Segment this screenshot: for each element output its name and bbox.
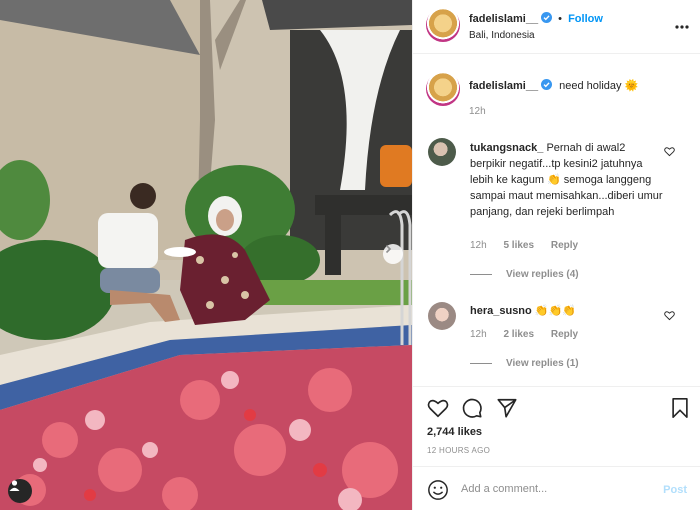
view-replies-label: View replies (4) — [506, 269, 579, 280]
comment-input[interactable] — [461, 478, 651, 500]
author-avatar[interactable] — [426, 8, 460, 42]
comment-like-heart-icon[interactable] — [664, 310, 675, 321]
user-tag-icon — [9, 480, 20, 491]
post-photo[interactable] — [0, 0, 412, 510]
comment-body: hera_susno 👏👏👏 — [470, 303, 664, 319]
comment-username[interactable]: tukangsnack_ — [470, 142, 543, 154]
comment-composer: Post — [413, 466, 700, 510]
comment-time: 12h — [470, 329, 487, 340]
smiley-icon[interactable] — [427, 479, 449, 501]
comment-likes[interactable]: 5 likes — [503, 240, 534, 251]
post-side-panel: fadelislami__ • Follow Bali, Indonesia f… — [412, 0, 700, 510]
view-replies-line — [470, 363, 492, 364]
next-photo-button[interactable] — [383, 244, 403, 264]
caption-text-line: fadelislami__ need holiday 🌞 — [469, 79, 638, 92]
author-username[interactable]: fadelislami__ — [469, 13, 538, 25]
pool-scene-image — [0, 0, 412, 510]
comment-avatar[interactable] — [428, 138, 456, 166]
comment-avatar[interactable] — [428, 302, 456, 330]
more-horizontal-icon[interactable] — [675, 20, 689, 34]
verified-badge-icon — [541, 79, 553, 90]
comment-like-heart-icon[interactable] — [664, 146, 675, 157]
paper-plane-icon[interactable] — [496, 397, 518, 419]
post-comment-button[interactable]: Post — [663, 484, 687, 496]
view-replies-button[interactable]: View replies (4) — [470, 269, 579, 280]
comment-bubble-icon[interactable] — [461, 397, 483, 419]
caption-avatar[interactable] — [426, 72, 460, 106]
comment-body: tukangsnack_ Pernah di awal2 berpikir ne… — [470, 140, 664, 220]
verified-badge-icon — [541, 12, 553, 23]
post-location[interactable]: Bali, Indonesia — [469, 30, 535, 41]
caption-text: need holiday 🌞 — [559, 80, 639, 92]
comment-likes[interactable]: 2 likes — [503, 329, 534, 340]
comment-text: 👏👏👏 — [534, 305, 576, 317]
separator-dot: • — [558, 13, 563, 25]
tagged-users-button[interactable] — [8, 479, 32, 503]
comment-meta: 12h 2 likes Reply — [470, 329, 592, 340]
post-header: fadelislami__ • Follow Bali, Indonesia — [413, 0, 700, 54]
caption-time: 12h — [469, 106, 486, 117]
follow-button[interactable]: Follow — [568, 13, 603, 25]
comment-reply-button[interactable]: Reply — [551, 240, 578, 251]
comment-meta: 12h 5 likes Reply — [470, 240, 592, 251]
comment-time: 12h — [470, 240, 487, 251]
comment-username[interactable]: hera_susno — [470, 305, 532, 317]
chevron-right-icon — [385, 244, 392, 254]
view-replies-button[interactable]: View replies (1) — [470, 358, 579, 369]
view-replies-line — [470, 274, 492, 275]
post-timestamp[interactable]: 12 HOURS AGO — [427, 446, 490, 455]
view-replies-label: View replies (1) — [506, 358, 579, 369]
bookmark-icon[interactable] — [669, 397, 691, 419]
heart-icon[interactable] — [427, 397, 449, 419]
post-actions: 2,744 likes 12 HOURS AGO — [413, 386, 700, 466]
likes-count[interactable]: 2,744 likes — [427, 426, 482, 438]
comment-reply-button[interactable]: Reply — [551, 329, 578, 340]
author-line: fadelislami__ • Follow — [469, 12, 603, 25]
caption-username[interactable]: fadelislami__ — [469, 80, 538, 92]
